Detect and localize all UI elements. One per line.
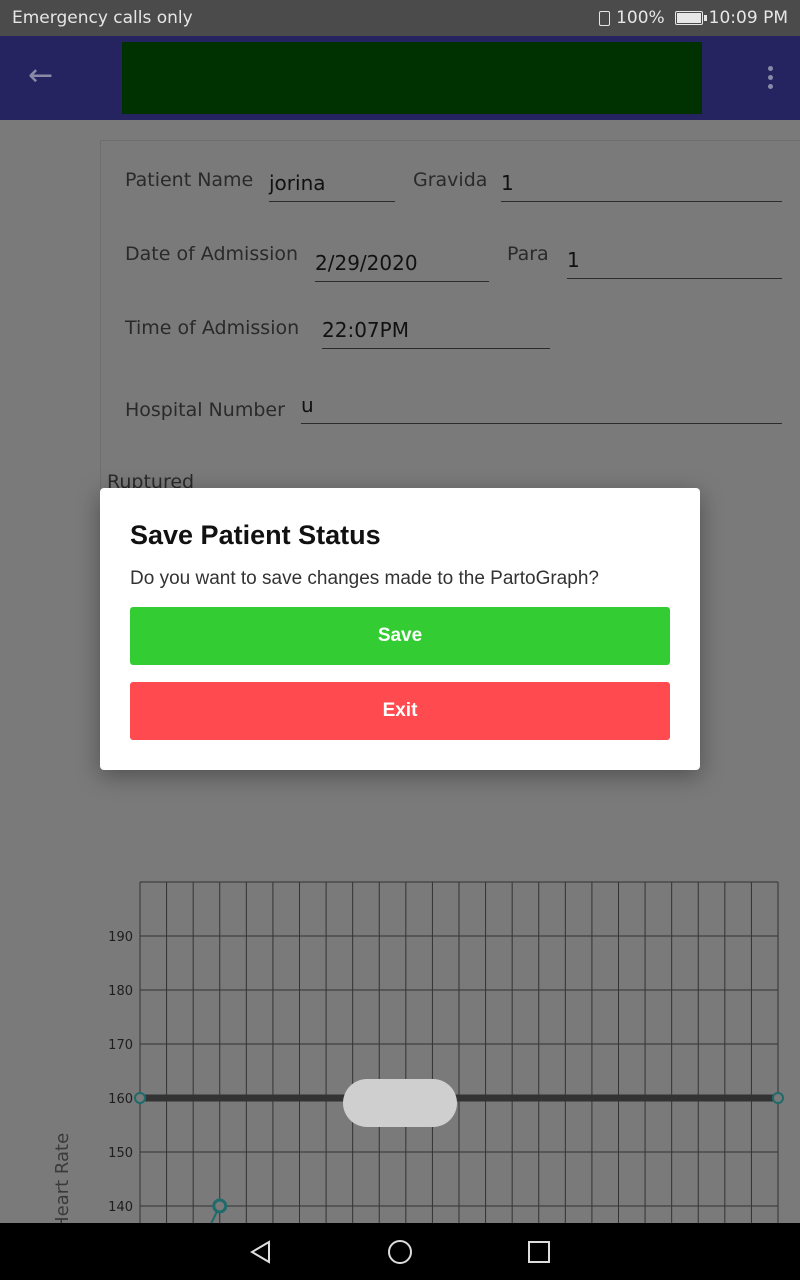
reference-point bbox=[134, 1092, 146, 1104]
battery-percent: 100% bbox=[616, 8, 665, 28]
toast-pill bbox=[343, 1079, 457, 1127]
chart-svg: 190180170160150140130120Fetal Heart Rate bbox=[52, 881, 784, 1223]
clock: 10:09 PM bbox=[708, 8, 788, 28]
y-tick-label: 150 bbox=[108, 1146, 133, 1161]
date-field[interactable]: 2/29/2020 bbox=[315, 251, 489, 282]
gravida-label: Gravida bbox=[413, 169, 488, 191]
arrow-left-icon[interactable]: ← bbox=[28, 61, 56, 91]
data-point bbox=[212, 1198, 228, 1214]
more-vert-icon[interactable] bbox=[768, 66, 774, 92]
reference-point bbox=[772, 1092, 784, 1104]
title-block bbox=[122, 42, 702, 114]
save-button[interactable]: Save bbox=[130, 607, 670, 665]
patient-name-label: Patient Name bbox=[125, 169, 254, 191]
carrier-text: Emergency calls only bbox=[12, 8, 193, 28]
home-nav-icon[interactable] bbox=[385, 1237, 415, 1267]
y-tick-label: 140 bbox=[108, 1200, 133, 1215]
sim-alert-icon bbox=[599, 10, 611, 26]
system-nav-bar bbox=[0, 1223, 800, 1280]
time-label: Time of Admission bbox=[125, 317, 300, 339]
fetal-heart-rate-chart: 190180170160150140130120Fetal Heart Rate bbox=[0, 720, 800, 1223]
recents-nav-icon[interactable] bbox=[524, 1237, 554, 1267]
app-bar: ← bbox=[0, 36, 800, 120]
gravida-field[interactable]: 1 bbox=[501, 171, 782, 202]
y-tick-label: 190 bbox=[108, 930, 133, 945]
save-dialog: Save Patient Status Do you want to save … bbox=[100, 488, 700, 770]
y-tick-label: 180 bbox=[108, 984, 133, 999]
y-tick-label: 170 bbox=[108, 1038, 133, 1053]
exit-button[interactable]: Exit bbox=[130, 682, 670, 740]
y-axis-label: Fetal Heart Rate bbox=[52, 1133, 73, 1223]
date-label: Date of Admission bbox=[125, 243, 299, 265]
status-bar: Emergency calls only 100% 10:09 PM bbox=[0, 0, 800, 36]
dialog-title: Save Patient Status bbox=[130, 520, 381, 550]
dialog-message: Do you want to save changes made to the … bbox=[130, 568, 599, 589]
para-label: Para bbox=[507, 243, 549, 265]
patient-name-field[interactable]: jorina bbox=[269, 171, 395, 202]
status-indicators: 100% 10:09 PM bbox=[599, 8, 788, 28]
battery-icon bbox=[674, 11, 707, 25]
time-field[interactable]: 22:07PM bbox=[322, 318, 550, 349]
para-field[interactable]: 1 bbox=[567, 248, 782, 279]
back-nav-icon[interactable] bbox=[247, 1237, 277, 1267]
hospital-field[interactable]: u bbox=[301, 393, 782, 424]
patient-card: Patient Name jorina Gravida 1 Date of Ad… bbox=[100, 140, 800, 541]
hospital-label: Hospital Number bbox=[125, 399, 285, 421]
y-tick-label: 160 bbox=[108, 1092, 133, 1107]
